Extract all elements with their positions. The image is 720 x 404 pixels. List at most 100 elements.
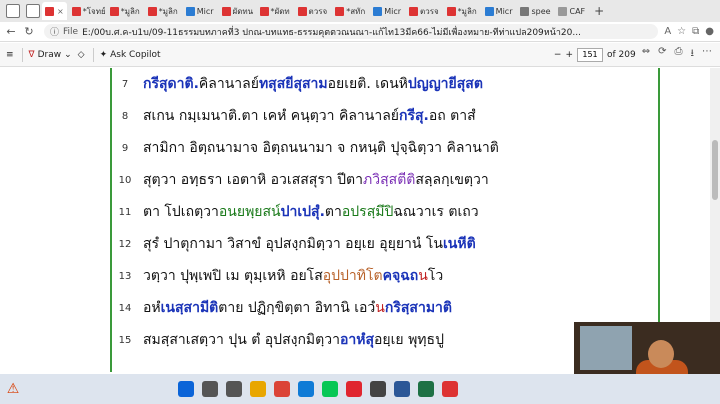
text-segment: ปาเปสุํ. (280, 204, 325, 220)
page-border-left (110, 68, 112, 372)
tab-label: Micr (196, 6, 214, 16)
scrollbar-thumb[interactable] (712, 140, 718, 200)
text-segment: ตา (324, 204, 342, 220)
text-line: 10 สุตฺวา อทฺธรา เอตาหิ อวเสสสุรา ปีตา ภว… (115, 164, 489, 196)
address-bar: ← ↻ ⓘ File E:/00บ.ศ.ค-บ1บ/09-11ธรรมบทภาค… (0, 22, 720, 42)
tab-favicon-icon (147, 6, 157, 16)
text-segment: อยฺเย พุทฺธปู (374, 332, 444, 348)
browser-tab[interactable]: Micr (183, 2, 217, 20)
ask-copilot-button[interactable]: ✦ Ask Copilot (100, 50, 161, 60)
eraser-icon[interactable]: ◇ (78, 50, 85, 60)
tab-label: *โจทย์ (82, 6, 105, 16)
word-icon[interactable] (394, 381, 410, 397)
media-icon[interactable] (370, 381, 386, 397)
pdf-icon (45, 6, 54, 16)
browser-tab[interactable]: *มูลิก (145, 2, 181, 20)
tab-favicon-icon (484, 6, 494, 16)
tab-label: ตวรจ (420, 6, 439, 16)
tab-active[interactable]: × (42, 2, 67, 20)
browser-tab[interactable]: *มูลิก (444, 2, 480, 20)
excel-icon[interactable] (418, 381, 434, 397)
text-segment: น (418, 268, 428, 284)
new-tab-icon[interactable]: + (594, 4, 604, 18)
draw-button[interactable]: ∇ Draw ⌄ (29, 50, 72, 60)
text-segment: สมสฺสาเสตฺวา ปุน ตํ อุปสงฺกมิตฺวา (143, 332, 340, 348)
pen-icon: ∇ (28, 49, 35, 60)
warning-icon[interactable]: ⚠ (4, 380, 22, 398)
more-icon[interactable]: ⋯ (702, 46, 712, 63)
browser-tab[interactable]: CAF (555, 2, 588, 20)
text-line: 7 กรีสุดาติ. คิลานาลย์ ทสุสยีสุสาม อยเยติ… (115, 68, 483, 100)
chrome-icon[interactable] (274, 381, 290, 397)
text-segment: เนหีติ (443, 236, 476, 252)
workspaces-icon[interactable] (26, 4, 40, 18)
browser-tab[interactable]: ตวรจ (406, 2, 442, 20)
tab-favicon-icon (558, 6, 568, 16)
tab-favicon-icon (446, 6, 456, 16)
fit-page-icon[interactable]: ⇔ (642, 46, 650, 63)
text-segment: คิลานาลย์ (198, 76, 259, 92)
browser-tab[interactable]: *มูลิก (107, 2, 143, 20)
read-aloud-icon[interactable]: A (664, 26, 671, 37)
browser-tab[interactable]: spee (517, 2, 553, 20)
folder-icon[interactable] (250, 381, 266, 397)
text-segment: อุปปาทิโต (322, 268, 383, 284)
favorite-icon[interactable]: ☆ (677, 26, 686, 37)
profile-icon[interactable]: ● (705, 26, 714, 37)
browser-tab[interactable]: ผัดทน (219, 2, 255, 20)
text-segment: อาหํสุ (339, 332, 375, 348)
tab-favicon-icon (259, 6, 269, 16)
browser-tab[interactable]: *ผัดท (257, 2, 293, 20)
line-number: 14 (118, 302, 132, 314)
search-icon[interactable] (202, 381, 218, 397)
text-segment: กรีสุดาติ. (143, 76, 199, 92)
refresh-icon[interactable]: ↻ (22, 25, 36, 38)
tab-favicon-icon (335, 6, 345, 16)
line-number: 9 (121, 142, 129, 154)
print-icon[interactable]: ⎙ (675, 46, 683, 63)
zoom-in-icon[interactable]: + (565, 50, 573, 60)
text-line: 15 สมสฺสาเสตฺวา ปุน ตํ อุปสงฺกมิตฺวา อาหํ… (115, 324, 444, 356)
text-segment: สามิกา อิตฺถนามา (143, 140, 250, 156)
line-number: 7 (121, 78, 129, 90)
window-menu-icon[interactable] (6, 4, 20, 18)
back-icon[interactable]: ← (4, 25, 18, 38)
table-of-contents-icon[interactable]: ≡ (6, 50, 14, 60)
windows-start-icon[interactable] (178, 381, 194, 397)
text-segment: กรีสุ. (398, 108, 429, 124)
text-segment: ภวิสฺสตีติ (363, 172, 416, 188)
rotate-icon[interactable]: ⟳ (658, 46, 666, 63)
browser-tab[interactable]: *สทัก (332, 2, 368, 20)
text-line: 12 สุรํ ปาตุกามา วิสาขํ อุปสงฺกมิตฺวา อยฺ… (115, 228, 476, 260)
browser-tab[interactable]: Micr (482, 2, 516, 20)
video-overlay[interactable] (574, 322, 720, 374)
pdf-icon[interactable] (442, 381, 458, 397)
collections-icon[interactable]: ⧉ (692, 26, 699, 37)
tab-label: CAF (569, 6, 586, 16)
zoom-out-icon[interactable]: − (554, 50, 562, 60)
save-icon[interactable]: ⭳ (691, 46, 695, 63)
file-info-icon: ⓘ (50, 28, 60, 38)
text-segment: โว (427, 268, 444, 284)
page-number-input[interactable] (577, 47, 603, 62)
tab-favicon-icon (373, 6, 383, 16)
tab-favicon-icon (185, 6, 195, 16)
line-icon[interactable] (322, 381, 338, 397)
tab-label: ผัดทน (232, 6, 254, 16)
close-icon[interactable]: × (57, 7, 64, 16)
text-line: 9 สามิกา อิตฺถนามา จ อิตฺถนนามา จ กหนฺติ … (115, 132, 499, 164)
draw-label: Draw (37, 49, 62, 60)
text-segment: เนสฺสามีติ (160, 300, 219, 316)
browser-tab[interactable]: *โจทย์ (69, 2, 105, 20)
edge-icon[interactable] (298, 381, 314, 397)
copilot-label: Ask Copilot (110, 49, 161, 60)
task-view-icon[interactable] (226, 381, 242, 397)
browser-tab[interactable]: Micr (370, 2, 404, 20)
opera-icon[interactable] (346, 381, 362, 397)
url-field[interactable]: ⓘ File E:/00บ.ศ.ค-บ1บ/09-11ธรรมบทภาคที่3… (44, 24, 659, 39)
browser-tab[interactable]: ตวรจ (295, 2, 331, 20)
tab-label: *มูลิก (158, 6, 178, 16)
text-segment: คจฺฉถ (382, 268, 419, 284)
text-segment: สุรํ ปาตุกามา วิสาขํ อุปสงฺกมิตฺวา อยฺเย… (143, 236, 444, 252)
line-number: 8 (121, 110, 129, 122)
